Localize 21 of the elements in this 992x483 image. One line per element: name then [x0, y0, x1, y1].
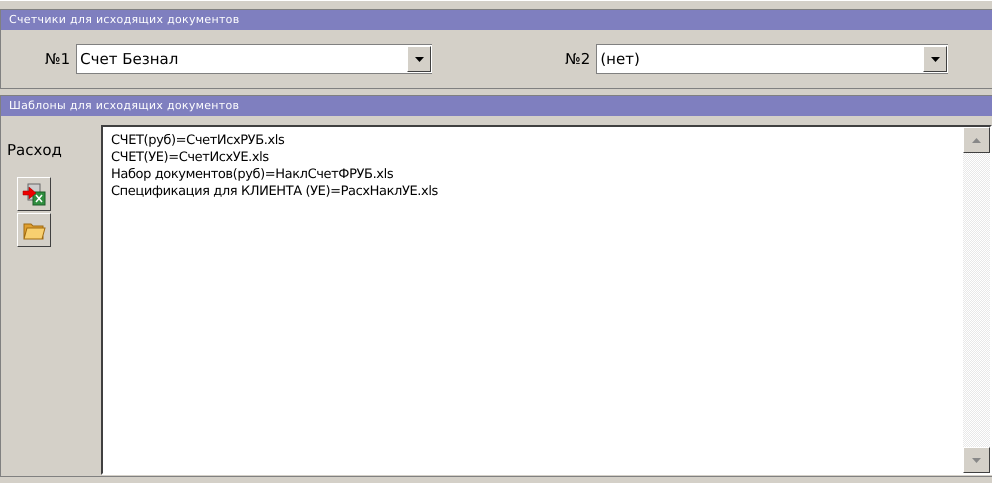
dropdown-field[interactable]: (нет) — [596, 44, 948, 74]
templates-text-area[interactable]: СЧЕТ(руб)=СчетИсхРУБ.xls СЧЕТ(УЕ)=СчетИсхУЕ.xls Набор документов(руб)=НаклСчетФРУБ.xls Спецификация для КЛИЕНТА (УЕ)=РасхНаклУЕ.xls — [101, 125, 992, 475]
template-line: Спецификация для КЛИЕНТА (УЕ)=РасхНаклУЕ.xls — [111, 183, 439, 200]
field-label: №2 — [565, 50, 590, 68]
scroll-up-button[interactable] — [963, 127, 990, 153]
open-folder-button[interactable] — [17, 213, 51, 247]
scrollbar[interactable] — [963, 127, 990, 473]
field-label: Расход — [7, 141, 62, 159]
dropdown-button[interactable] — [923, 46, 948, 72]
export-button[interactable] — [17, 177, 51, 211]
field-label: №1 — [45, 50, 70, 68]
scroll-down-button[interactable] — [963, 447, 990, 473]
dropdown-button[interactable] — [407, 46, 432, 72]
export-to-spreadsheet-icon — [22, 182, 46, 206]
template-line: СЧЕТ(УЕ)=СчетИсхУЕ.xls — [111, 149, 270, 166]
dropdown-field[interactable]: Счет Безнал — [76, 44, 432, 74]
scroll-down-icon — [972, 458, 981, 462]
template-line: СЧЕТ(руб)=СчетИсхРУБ.xls — [111, 132, 286, 149]
section-header: Счетчики для исходящих документов — [1, 10, 992, 30]
template-line: Набор документов(руб)=НаклСчетФРУБ.xls — [111, 166, 394, 183]
section-header: Шаблоны для исходящих документов — [1, 96, 992, 116]
